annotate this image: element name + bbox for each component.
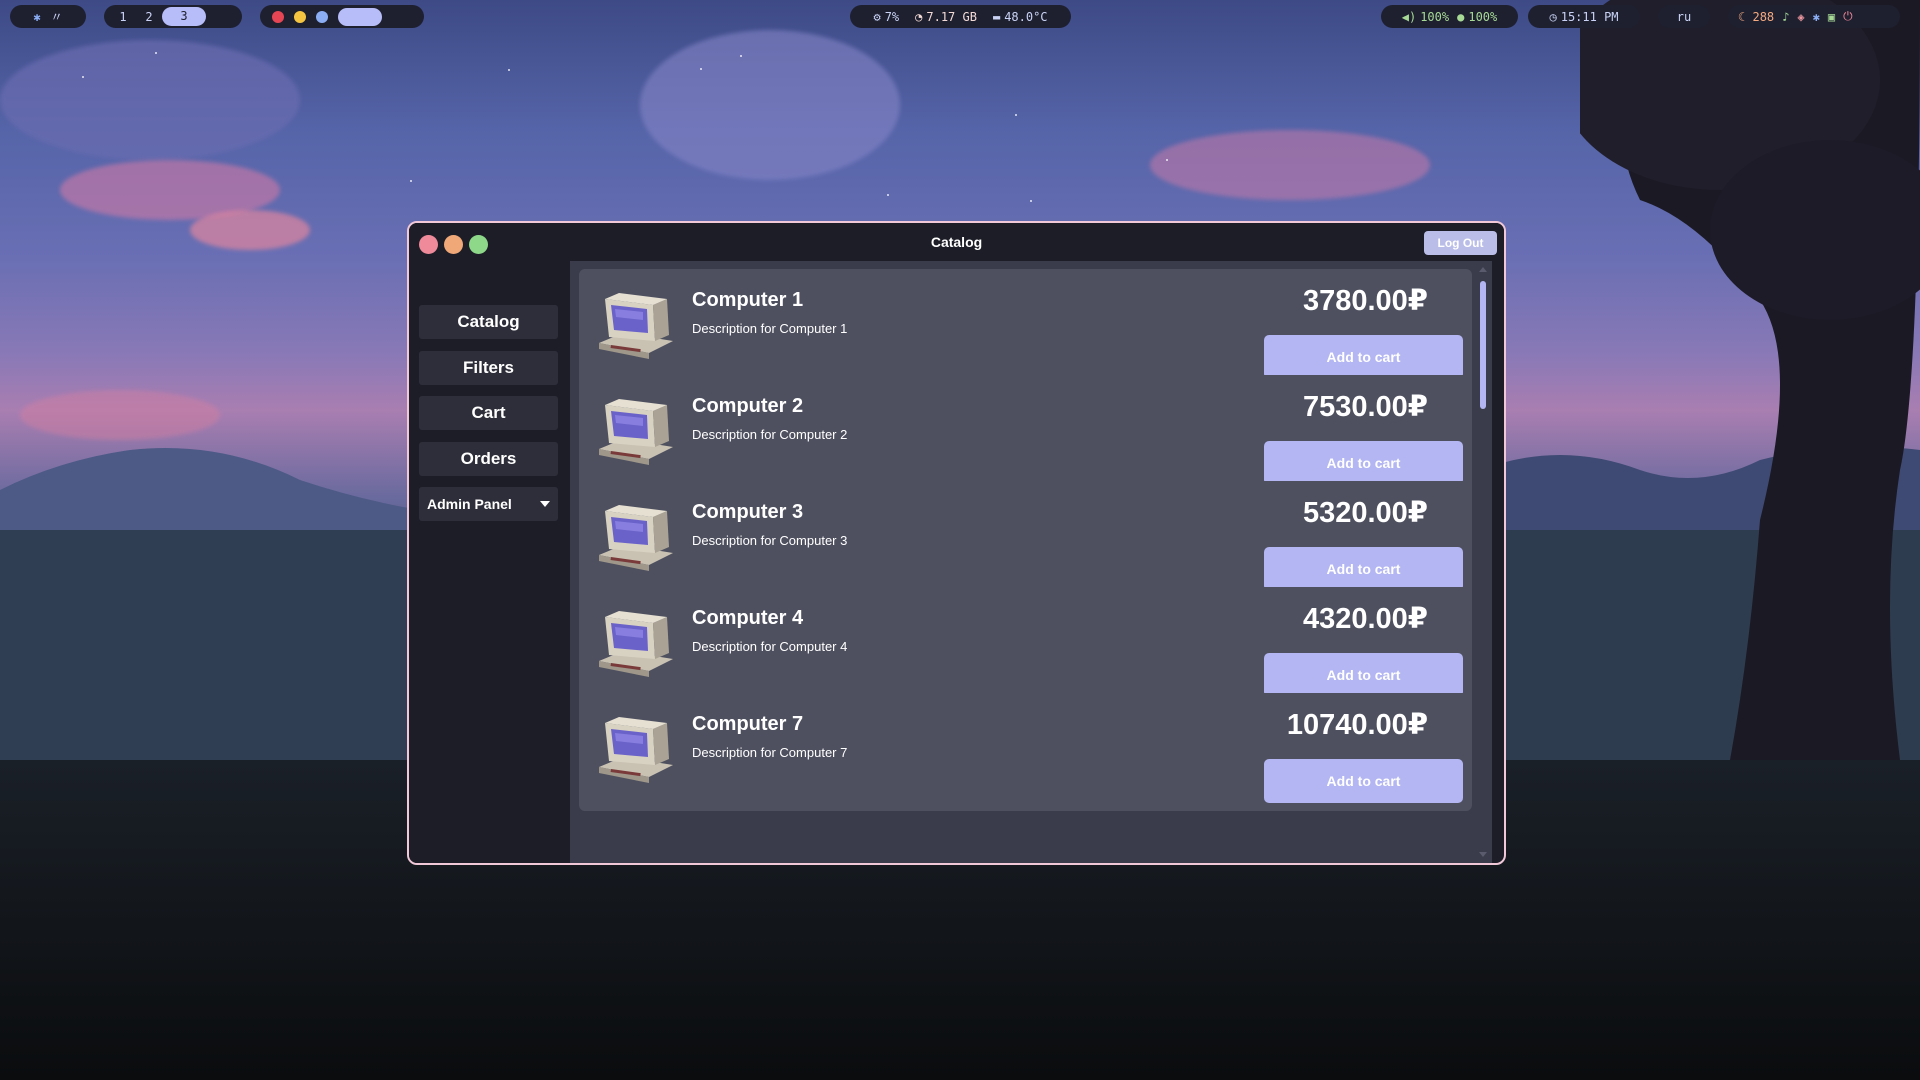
temperature-value: 48.0°C	[1004, 9, 1048, 24]
product-description: Description for Computer 3	[692, 533, 848, 548]
computer-icon	[599, 717, 673, 783]
chevron-down-icon	[540, 501, 550, 507]
sidebar-item-label: Cart	[471, 403, 506, 422]
sidebar-item-catalog[interactable]: Catalog	[419, 305, 558, 339]
computer-icon	[599, 611, 673, 677]
sidebar-item-filters[interactable]: Filters	[419, 351, 558, 385]
telegram-icon[interactable]	[316, 10, 328, 23]
wallpaper-cloud	[190, 210, 310, 250]
product-name: Computer 1	[692, 289, 804, 311]
product-name: Computer 3	[692, 501, 804, 523]
clock-item: ◷ 15:11 PM	[1549, 10, 1618, 24]
status-tray: ☾ 288 ♪ ◈ ✱ ▣ ⏻	[1728, 5, 1900, 28]
speaker-icon: ◀)	[1401, 9, 1417, 24]
sun-app-icon[interactable]	[294, 10, 306, 23]
active-app-indicator[interactable]	[338, 7, 382, 26]
temperature-stat: ▬ 48.0°C	[993, 10, 1048, 24]
scrollbar[interactable]	[1478, 267, 1488, 857]
wallpaper-cloud	[640, 30, 900, 180]
product-name: Computer 4	[692, 607, 804, 629]
sidebar-item-orders[interactable]: Orders	[419, 442, 558, 476]
thermometer-icon: ▬	[992, 9, 1001, 24]
product-price: 7530.00₽	[1302, 391, 1428, 423]
product-price: 3780.00₽	[1302, 285, 1428, 317]
scroll-down-arrow-icon[interactable]	[1479, 852, 1487, 857]
microphone-icon: ●	[1457, 9, 1465, 24]
bluetooth-icon[interactable]: ✱	[33, 10, 40, 24]
wallpaper-cloud	[1150, 130, 1430, 200]
add-to-cart-button[interactable]: Add to cart	[1264, 547, 1463, 591]
sidebar-item-label: Filters	[462, 358, 515, 377]
updates-value: 288	[1752, 9, 1775, 24]
cpu-stat: ⚙ 7%	[873, 10, 899, 24]
volume-value: 100%	[1420, 9, 1450, 24]
volume-stat[interactable]: ◀) 100%	[1402, 10, 1449, 24]
product-name: Computer 2	[692, 395, 804, 417]
updates-stat[interactable]: ☾ 288	[1738, 10, 1774, 24]
memory-stat: ◔ 7.17 GB	[915, 10, 977, 24]
logout-button[interactable]: Log Out	[1424, 231, 1497, 255]
add-to-cart-button[interactable]: Add to cart	[1264, 335, 1463, 379]
power-icon[interactable]: ⏻	[1843, 9, 1853, 24]
notification-icon[interactable]: ♪	[1782, 10, 1789, 24]
product-description: Description for Computer 2	[692, 427, 848, 442]
system-stats: ⚙ 7% ◔ 7.17 GB ▬ 48.0°C	[850, 5, 1071, 28]
computer-icon	[599, 293, 673, 359]
add-to-cart-button[interactable]: Add to cart	[1264, 441, 1463, 485]
wallpaper-cloud	[0, 40, 300, 160]
product-name: Computer 7	[692, 713, 804, 735]
memory-value: 7.17 GB	[926, 9, 977, 24]
mic-stat[interactable]: ● 100%	[1457, 10, 1497, 24]
clock-icon: ◷	[1549, 9, 1557, 24]
sidebar-item-label: Orders	[460, 449, 517, 468]
sidebar-item-cart[interactable]: Cart	[419, 396, 558, 430]
window-titlebar[interactable]: Catalog Log Out	[409, 223, 1504, 261]
product-description: Description for Computer 1	[692, 321, 848, 336]
cpu-icon: ⚙	[873, 9, 881, 24]
add-to-cart-button[interactable]: Add to cart	[1264, 653, 1463, 697]
workspace-3[interactable]: 3	[162, 7, 206, 26]
clock[interactable]: ◷ 15:11 PM	[1528, 5, 1640, 28]
sidebar-item-label: Catalog	[457, 312, 520, 331]
keyboard-layout-value: ru	[1676, 9, 1692, 24]
catalog-window: Catalog Log Out Catalog Filters Cart Ord…	[407, 221, 1506, 865]
admin-panel-dropdown[interactable]: Admin Panel	[419, 487, 558, 521]
computer-icon	[599, 399, 673, 465]
feather-icon[interactable]: 〃	[51, 8, 63, 25]
product-card-5: Computer 7 Description for Computer 7 10…	[579, 693, 1472, 811]
admin-panel-label: Admin Panel	[427, 496, 512, 512]
product-card-1: Computer 1 Description for Computer 1 37…	[579, 269, 1472, 387]
workspace-1[interactable]: 1	[110, 10, 136, 24]
battery-icon[interactable]: ▣	[1828, 10, 1835, 24]
memory-icon: ◔	[915, 9, 923, 24]
clock-value: 15:11 PM	[1560, 9, 1619, 24]
workspace-2[interactable]: 2	[136, 10, 162, 24]
bar-launcher-pill: ✱ 〃	[10, 5, 86, 28]
keyboard-layout[interactable]: ru	[1658, 5, 1710, 28]
firefox-icon[interactable]	[272, 10, 284, 23]
moon-icon: ☾	[1738, 9, 1746, 24]
product-price: 5320.00₽	[1302, 497, 1428, 529]
product-list[interactable]: Computer 1 Description for Computer 1 37…	[570, 261, 1492, 863]
product-card-2: Computer 2 Description for Computer 2 75…	[579, 375, 1472, 493]
shield-icon[interactable]: ◈	[1797, 10, 1804, 24]
audio-status: ◀) 100% ● 100%	[1381, 5, 1518, 28]
computer-icon	[599, 505, 673, 571]
product-price: 10740.00₽	[1286, 709, 1428, 741]
product-card-3: Computer 3 Description for Computer 3 53…	[579, 481, 1472, 599]
scrollbar-thumb[interactable]	[1480, 281, 1486, 409]
workspaces: 1 2 3	[104, 5, 242, 28]
bluetooth-status-icon[interactable]: ✱	[1813, 10, 1820, 24]
add-to-cart-button[interactable]: Add to cart	[1264, 759, 1463, 803]
app-tray	[260, 5, 424, 28]
product-price: 4320.00₽	[1302, 603, 1428, 635]
window-title: Catalog	[930, 234, 983, 250]
scroll-up-arrow-icon[interactable]	[1479, 267, 1487, 272]
cpu-value: 7%	[884, 9, 900, 24]
product-description: Description for Computer 4	[692, 639, 848, 654]
product-description: Description for Computer 7	[692, 745, 848, 760]
product-card-4: Computer 4 Description for Computer 4 43…	[579, 587, 1472, 705]
mic-value: 100%	[1468, 9, 1498, 24]
